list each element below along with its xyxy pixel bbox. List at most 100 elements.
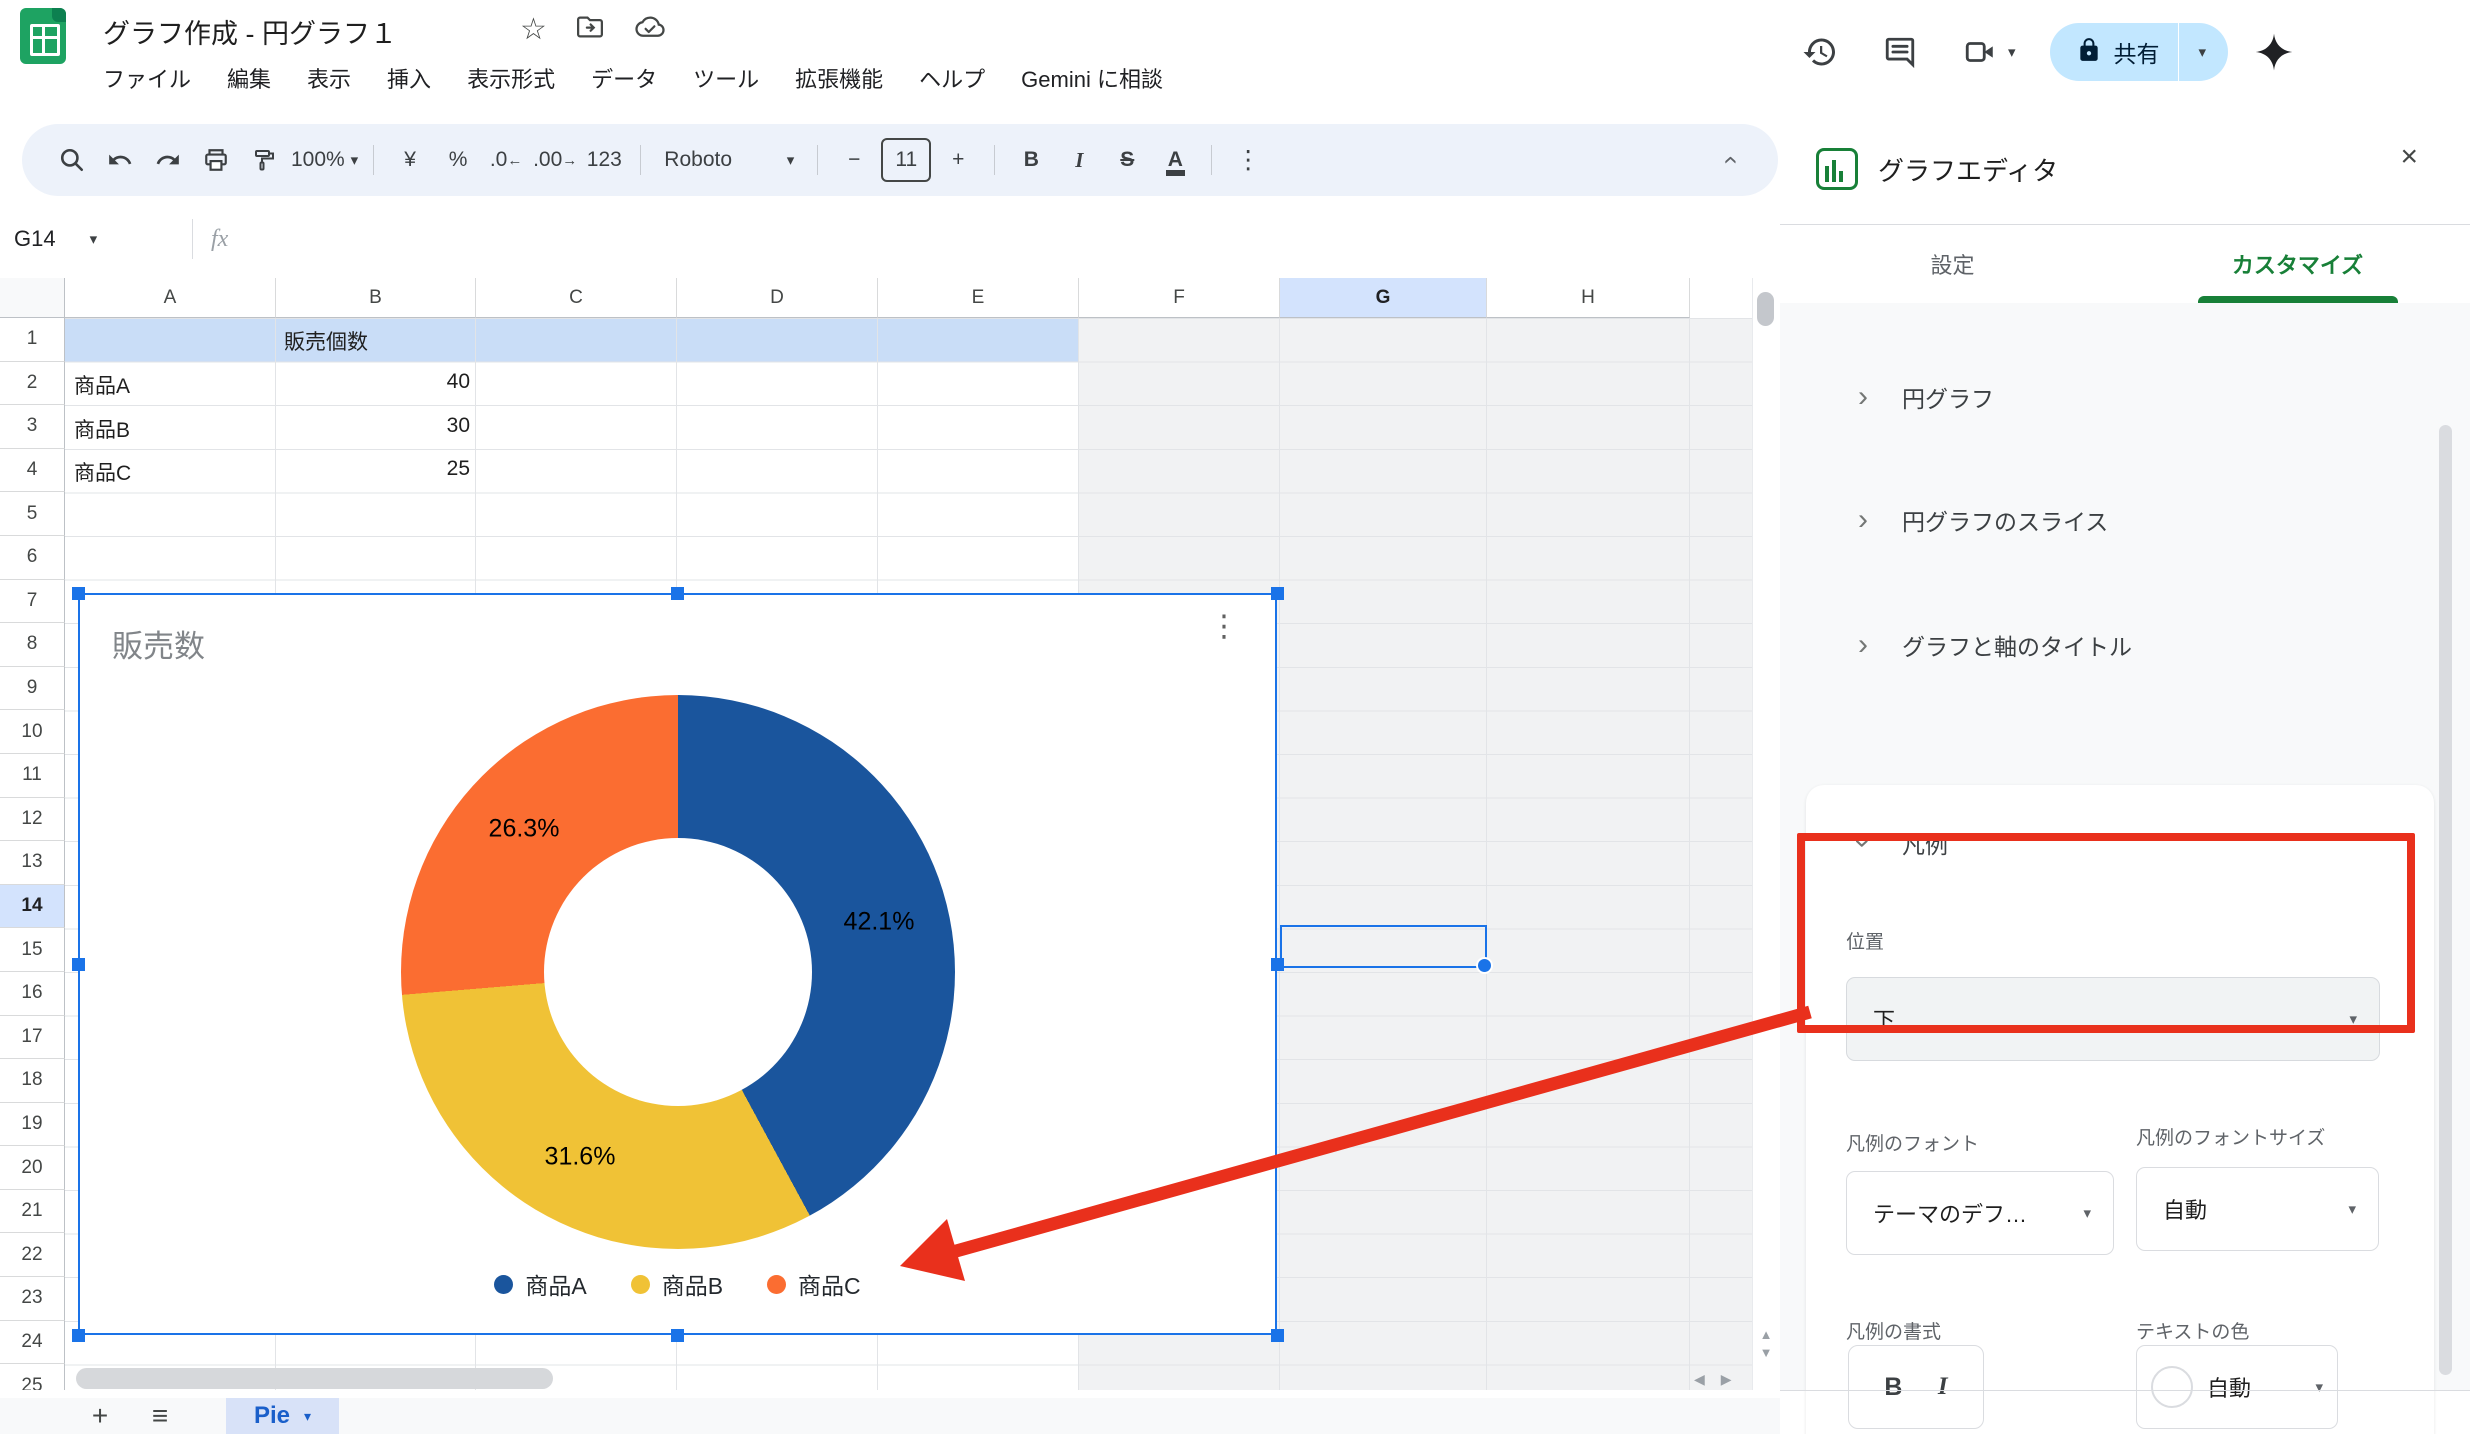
search-icon[interactable] xyxy=(51,138,93,182)
row-header-10[interactable]: 10 xyxy=(0,710,65,754)
column-header-H[interactable]: H xyxy=(1487,278,1690,318)
row-header-9[interactable]: 9 xyxy=(0,667,65,711)
vertical-scrollbar[interactable] xyxy=(1752,278,1780,1390)
meet-camera-icon[interactable] xyxy=(1960,32,2000,72)
resize-handle[interactable] xyxy=(72,1329,85,1342)
horizontal-scroll-arrows[interactable]: ◀▶ xyxy=(1694,1371,1732,1388)
resize-handle[interactable] xyxy=(72,587,85,600)
row-header-12[interactable]: 12 xyxy=(0,798,65,842)
legend-bold-button[interactable]: B xyxy=(1884,1373,1902,1402)
version-history-icon[interactable] xyxy=(1800,32,1840,72)
close-icon[interactable]: × xyxy=(2400,140,2418,174)
menu-view[interactable]: 表示 xyxy=(307,62,351,94)
share-button[interactable]: 共有 ▾ xyxy=(2050,23,2229,81)
column-header-D[interactable]: D xyxy=(677,278,878,318)
resize-handle[interactable] xyxy=(1271,958,1284,971)
row-header-23[interactable]: 23 xyxy=(0,1277,65,1321)
star-icon[interactable]: ☆ xyxy=(520,12,547,47)
all-sheets-icon[interactable]: ≡ xyxy=(130,1400,190,1432)
column-header-E[interactable]: E xyxy=(878,278,1079,318)
row-header-8[interactable]: 8 xyxy=(0,623,65,667)
font-select[interactable]: Roboto▾ xyxy=(656,138,802,182)
cell-B3[interactable]: 30 xyxy=(396,414,470,438)
cell-B2[interactable]: 40 xyxy=(396,370,470,394)
camera-dropdown-caret[interactable]: ▾ xyxy=(2008,43,2016,61)
cell-A4[interactable]: 商品C xyxy=(74,457,131,487)
increase-decimal-button[interactable]: .00→ xyxy=(533,138,577,182)
menu-data[interactable]: データ xyxy=(591,62,657,94)
vertical-scrollbar-thumb[interactable] xyxy=(1757,292,1774,326)
column-header-B[interactable]: B xyxy=(276,278,476,318)
section-chart-axis-titles[interactable]: ›グラフと軸のタイトル xyxy=(1780,615,2470,675)
column-header-C[interactable]: C xyxy=(476,278,677,318)
row-header-5[interactable]: 5 xyxy=(0,492,65,536)
tab-customize[interactable]: カスタマイズ xyxy=(2125,225,2470,303)
horizontal-scrollbar-thumb[interactable] xyxy=(76,1368,553,1389)
resize-handle[interactable] xyxy=(671,1329,684,1342)
cell-B4[interactable]: 25 xyxy=(396,457,470,481)
move-folder-icon[interactable] xyxy=(575,12,605,47)
resize-handle[interactable] xyxy=(1271,587,1284,600)
resize-handle[interactable] xyxy=(1271,1329,1284,1342)
menu-gemini[interactable]: Gemini に相談 xyxy=(1021,62,1163,94)
section-pie-chart[interactable]: ›円グラフ xyxy=(1780,367,2470,427)
decrease-decimal-button[interactable]: .0← xyxy=(485,138,527,182)
resize-handle[interactable] xyxy=(72,958,85,971)
legend-font-size-select[interactable]: 自動▾ xyxy=(2136,1167,2379,1251)
legend-italic-button[interactable]: I xyxy=(1938,1373,1948,1401)
number-format-button[interactable]: 123 xyxy=(583,138,625,182)
italic-button[interactable]: I xyxy=(1058,138,1100,182)
collapse-toolbar-icon[interactable]: › xyxy=(1707,138,1749,182)
row-header-11[interactable]: 11 xyxy=(0,754,65,798)
add-sheet-button[interactable]: + xyxy=(70,1400,130,1432)
comments-icon[interactable] xyxy=(1880,32,1920,72)
menu-help[interactable]: ヘルプ xyxy=(919,62,985,94)
section-pie-slice[interactable]: ›円グラフのスライス xyxy=(1780,490,2470,550)
text-color-button[interactable]: A xyxy=(1154,138,1196,182)
cell-B1[interactable]: 販売個数 xyxy=(284,326,368,356)
chart-menu-icon[interactable]: ⋮ xyxy=(1209,609,1239,644)
row-header-20[interactable]: 20 xyxy=(0,1146,65,1190)
row-header-13[interactable]: 13 xyxy=(0,841,65,885)
menu-extensions[interactable]: 拡張機能 xyxy=(795,62,883,94)
row-header-4[interactable]: 4 xyxy=(0,449,65,493)
chart-card[interactable]: 販売数 ⋮ 42.1% 31.6% 26.3% 商品A 商品B 商品C xyxy=(78,593,1277,1335)
row-header-6[interactable]: 6 xyxy=(0,536,65,580)
menu-file[interactable]: ファイル xyxy=(103,62,191,94)
row-header-22[interactable]: 22 xyxy=(0,1233,65,1277)
column-header-F[interactable]: F xyxy=(1079,278,1280,318)
row-header-15[interactable]: 15 xyxy=(0,928,65,972)
font-size-decrease-button[interactable]: − xyxy=(833,138,875,182)
print-icon[interactable] xyxy=(195,138,237,182)
sheet-tab-pie[interactable]: Pie▾ xyxy=(226,1398,339,1434)
row-header-21[interactable]: 21 xyxy=(0,1190,65,1234)
cell-A3[interactable]: 商品B xyxy=(74,414,130,444)
selected-cell-G14[interactable] xyxy=(1280,925,1487,969)
more-options-icon[interactable]: ⋮ xyxy=(1227,138,1269,182)
row-header-17[interactable]: 17 xyxy=(0,1016,65,1060)
row-header-16[interactable]: 16 xyxy=(0,972,65,1016)
resize-handle[interactable] xyxy=(671,587,684,600)
bold-button[interactable]: B xyxy=(1010,138,1052,182)
row-header-1[interactable]: 1 xyxy=(0,318,65,362)
redo-icon[interactable] xyxy=(147,138,189,182)
name-box[interactable]: G14▾ xyxy=(0,226,182,252)
row-header-2[interactable]: 2 xyxy=(0,362,65,406)
tab-setup[interactable]: 設定 xyxy=(1780,225,2125,303)
chart-legend[interactable]: 商品A 商品B 商品C xyxy=(80,1267,1275,1301)
paint-format-icon[interactable] xyxy=(243,138,285,182)
document-title[interactable]: グラフ作成 - 円グラフ１ xyxy=(103,12,397,51)
row-header-18[interactable]: 18 xyxy=(0,1059,65,1103)
strikethrough-button[interactable]: S xyxy=(1106,138,1148,182)
panel-scrollbar-thumb[interactable] xyxy=(2439,425,2452,1375)
row-header-3[interactable]: 3 xyxy=(0,405,65,449)
menu-insert[interactable]: 挿入 xyxy=(387,62,431,94)
select-all-corner[interactable] xyxy=(0,278,65,318)
row-header-25[interactable]: 25 xyxy=(0,1364,65,1390)
currency-format-button[interactable]: ¥ xyxy=(389,138,431,182)
column-header-A[interactable]: A xyxy=(65,278,276,318)
gemini-spark-icon[interactable] xyxy=(2254,32,2294,72)
vertical-scroll-arrows[interactable]: ▲▼ xyxy=(1756,1326,1776,1362)
undo-icon[interactable] xyxy=(99,138,141,182)
row-header-19[interactable]: 19 xyxy=(0,1103,65,1147)
